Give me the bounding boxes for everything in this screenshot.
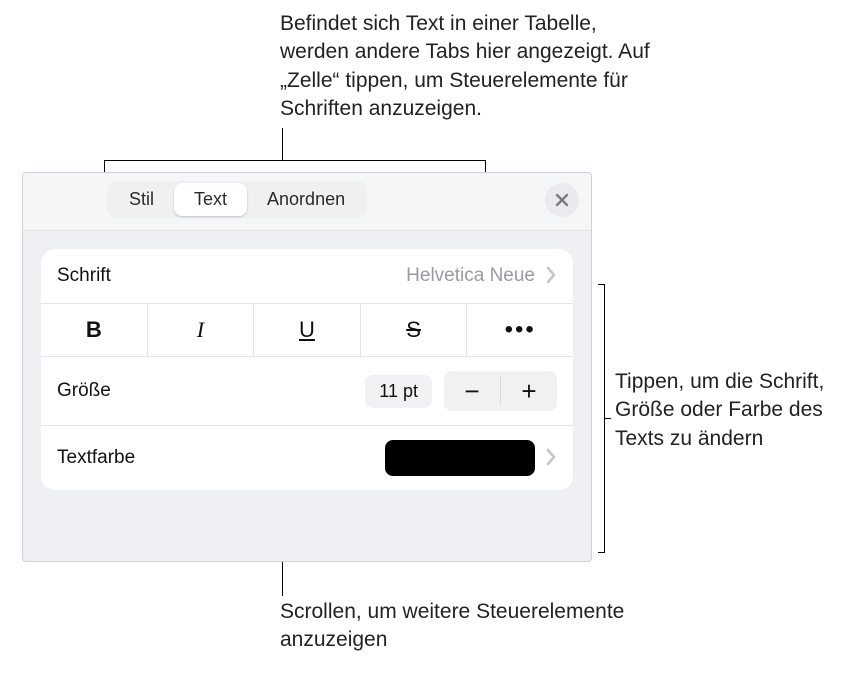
text-style-row: B I U S •••	[41, 304, 573, 357]
strikethrough-button[interactable]: S	[361, 304, 468, 356]
font-label: Schrift	[57, 265, 111, 287]
more-styles-button[interactable]: •••	[467, 304, 573, 356]
size-row: Größe 11 pt − +	[41, 357, 573, 426]
callout-line	[598, 284, 605, 285]
callout-bottom: Scrollen, um weitere Steuerelemente anzu…	[280, 598, 630, 655]
format-panel: Stil Text Anordnen Schrift Helvetica Neu…	[22, 172, 592, 562]
tab-stil[interactable]: Stil	[109, 183, 174, 216]
italic-button[interactable]: I	[148, 304, 255, 356]
tab-bar: Stil Text Anordnen	[107, 181, 367, 218]
font-value: Helvetica Neue	[406, 265, 535, 287]
close-icon	[554, 192, 570, 208]
textcolor-row[interactable]: Textfarbe	[41, 426, 573, 490]
callout-line	[282, 128, 283, 161]
callout-top: Befindet sich Text in einer Tabelle, wer…	[280, 10, 660, 123]
close-button[interactable]	[545, 183, 579, 217]
color-swatch[interactable]	[385, 440, 535, 476]
font-row[interactable]: Schrift Helvetica Neue	[41, 249, 573, 304]
chevron-right-icon	[545, 445, 557, 471]
panel-header: Stil Text Anordnen	[23, 173, 591, 231]
underline-button[interactable]: U	[254, 304, 361, 356]
size-decrease-button[interactable]: −	[444, 371, 500, 411]
tab-anordnen[interactable]: Anordnen	[247, 183, 365, 216]
size-label: Größe	[57, 380, 111, 402]
callout-line	[604, 418, 611, 419]
ellipsis-icon: •••	[505, 316, 536, 344]
tab-text[interactable]: Text	[174, 183, 247, 216]
callout-line	[104, 160, 485, 161]
panel-body[interactable]: Schrift Helvetica Neue B I U S ••• Größe	[23, 231, 591, 490]
size-stepper: − +	[444, 371, 557, 411]
font-card: Schrift Helvetica Neue B I U S ••• Größe	[41, 249, 573, 490]
bold-button[interactable]: B	[41, 304, 148, 356]
chevron-right-icon	[545, 263, 557, 289]
callout-right: Tippen, um die Schrift, Größe oder Farbe…	[615, 368, 835, 453]
size-value[interactable]: 11 pt	[365, 375, 432, 408]
size-increase-button[interactable]: +	[501, 371, 557, 411]
textcolor-label: Textfarbe	[57, 447, 135, 469]
callout-line	[598, 552, 605, 553]
callout-line	[282, 558, 283, 596]
